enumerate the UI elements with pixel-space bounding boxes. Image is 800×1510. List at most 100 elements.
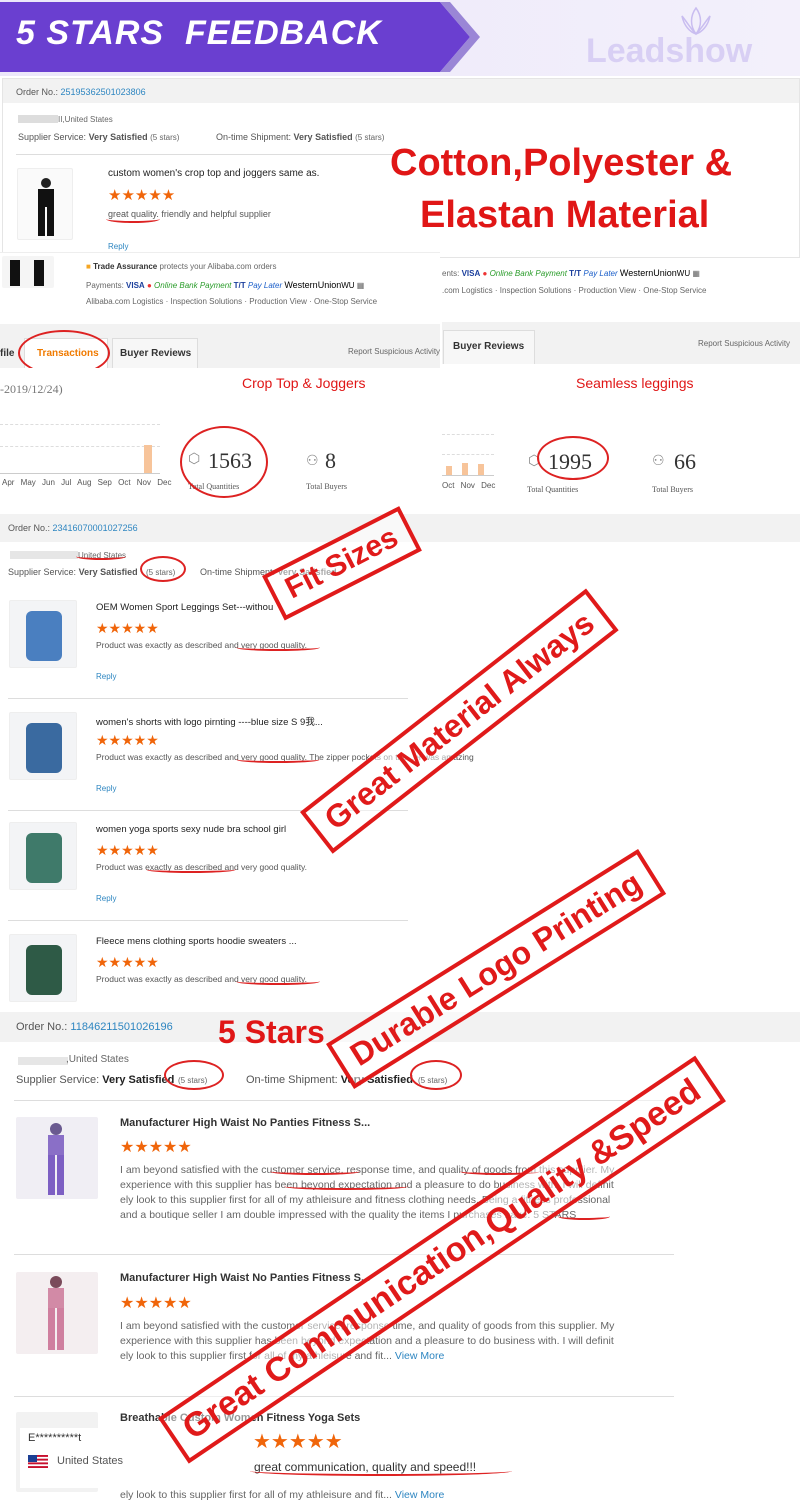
chart-bar: [478, 464, 484, 475]
blurred-name: [10, 551, 78, 559]
payments-row-right: ents: VISA ● Online Bank Payment T/T Pay…: [442, 268, 700, 278]
product-image-s2: [9, 934, 77, 1002]
stamp-great-material: Great Material Always: [300, 588, 619, 854]
right-total-buyers: 66: [674, 449, 696, 474]
order-number-1: Order No.: 25195362501023806: [16, 87, 146, 97]
tab-reviews-right-label: Buyer Reviews: [453, 341, 525, 352]
right-qty-label: Total Quantities: [527, 485, 579, 494]
brand-logo: Leadshow: [586, 32, 753, 70]
buyer-country: United States: [57, 1455, 124, 1467]
payments-row: Payments: VISA ● Online Bank Payment T/T…: [86, 280, 365, 290]
month-label: Oct: [442, 481, 461, 490]
buyer-rating-stars: ★★★★★: [253, 1431, 343, 1453]
underline: [76, 553, 126, 560]
month-label: Dec: [481, 481, 496, 490]
order-number-link[interactable]: 11846211501026196: [70, 1021, 172, 1033]
product-title-s2[interactable]: women's shorts with logo pirnting ----bl…: [96, 714, 323, 728]
product-image-s2: [9, 712, 77, 780]
divider: [8, 698, 408, 699]
rating-stars-s3-2: ★★★★★: [120, 1295, 192, 1312]
five-stars-label: 5 Stars: [218, 1014, 325, 1050]
rating-stars-s2: ★★★★★: [96, 620, 159, 636]
reply-link-s2[interactable]: Reply: [96, 784, 116, 793]
underline: [236, 978, 320, 985]
month-label: Oct: [118, 478, 137, 487]
underline: [558, 1213, 610, 1220]
stamp-durable-logo: Durable Logo Printing: [326, 848, 667, 1089]
product-title-s2[interactable]: women yoga sports sexy nude bra school g…: [96, 824, 286, 835]
reply-link-s2[interactable]: Reply: [96, 894, 116, 903]
shield-icon: ■: [86, 262, 91, 271]
highlight-circle: [537, 436, 609, 480]
product-title-1[interactable]: custom women's crop top and joggers same…: [108, 168, 319, 179]
buyer-location-3: ,United States: [66, 1054, 129, 1065]
divider: [16, 154, 396, 155]
divider: [8, 920, 408, 921]
month-label: Sep: [97, 478, 119, 487]
tab-file[interactable]: file: [0, 348, 14, 359]
seamless-label: Seamless leggings: [576, 375, 694, 391]
view-more-link-1[interactable]: View More: [395, 1350, 444, 1362]
grid-icon: ▦: [356, 281, 365, 290]
rating-stars-s3-1: ★★★★★: [120, 1139, 192, 1156]
buyer-name: E**********t: [28, 1432, 82, 1444]
chart-gridline: [0, 446, 160, 447]
underline: [270, 1168, 360, 1175]
buyer-location-1: II,United States: [58, 115, 113, 124]
buyers-icon: ⚇: [652, 452, 665, 468]
supplier-service-1: Supplier Service: Very Satisfied (5 star…: [18, 132, 180, 142]
product-title-s2[interactable]: OEM Women Sport Leggings Set---withou: [96, 602, 273, 613]
chart-gridline: [0, 424, 160, 425]
month-label: Nov: [460, 481, 482, 490]
order-number-3: Order No.: 11846211501026196: [16, 1021, 173, 1033]
underline: [146, 866, 236, 873]
underline: [236, 644, 320, 651]
review-title-s3-2[interactable]: Manufacturer High Waist No Panties Fitne…: [120, 1272, 370, 1284]
month-labels: Apr May Jun Jul Aug Sep Oct Nov Dec: [2, 478, 171, 487]
underline: [284, 1183, 408, 1190]
blurred-name: [18, 115, 58, 123]
buyers-icon: ⚇: [306, 452, 319, 468]
banner-title: 5 STARS FEEDBACK: [16, 14, 382, 52]
order-number-link[interactable]: 25195362501023806: [61, 87, 146, 97]
report-link-left[interactable]: Report Suspicious Activity: [348, 347, 440, 356]
divider: [14, 1396, 674, 1397]
review-title-s3-1[interactable]: Manufacturer High Waist No Panties Fitne…: [120, 1117, 370, 1129]
product-image-s2: [9, 600, 77, 668]
chart-gridline: [442, 454, 494, 455]
highlight-circle: [164, 1060, 224, 1090]
month-label: May: [20, 478, 43, 487]
underline: [106, 215, 160, 223]
crop-label: Crop Top & Joggers: [242, 375, 366, 391]
headline-material-1: Cotton,Polyester &: [390, 142, 733, 184]
product-image-s3-2: [16, 1272, 98, 1354]
date-range: -2019/12/24): [0, 382, 63, 396]
chart-baseline: [0, 473, 160, 474]
month-label: Jul: [61, 478, 78, 487]
us-flag-icon: [28, 1455, 48, 1468]
tab-reviews-left-label: Buyer Reviews: [120, 348, 192, 359]
chart-bar: [462, 463, 468, 475]
underline: [236, 756, 320, 763]
reply-link-s2[interactable]: Reply: [96, 672, 116, 681]
order-number-link[interactable]: 23416070001027256: [53, 523, 138, 533]
review-body-s3-3: ely look to this supplier first for all …: [120, 1489, 445, 1501]
right-buyers-label: Total Buyers: [652, 485, 693, 494]
services-row: Alibaba.com Logistics · Inspection Solut…: [86, 297, 378, 306]
report-link-right[interactable]: Report Suspicious Activity: [698, 339, 790, 348]
chart-gridline: [442, 434, 494, 435]
month-labels-right: Oct Nov Dec: [442, 481, 495, 490]
highlight-circle: [140, 556, 186, 582]
trade-assurance: ■ Trade Assurance protects your Alibaba.…: [86, 262, 277, 271]
ontime-shipment-3: On-time Shipment: Very Satisfied: [246, 1074, 413, 1086]
chart-bar: [144, 445, 152, 473]
reply-link-1[interactable]: Reply: [108, 242, 128, 251]
month-label: Apr: [2, 478, 21, 487]
rating-stars-s2: ★★★★★: [96, 732, 159, 748]
product-title-s2[interactable]: Fleece mens clothing sports hoodie sweat…: [96, 936, 297, 947]
month-label: Dec: [157, 478, 172, 487]
view-more-link-2[interactable]: View More: [395, 1489, 444, 1501]
supplier-service-3: Supplier Service: Very Satisfied: [16, 1074, 175, 1086]
chart-bar: [446, 466, 452, 475]
headline-material-2: Elastan Material: [420, 194, 710, 236]
